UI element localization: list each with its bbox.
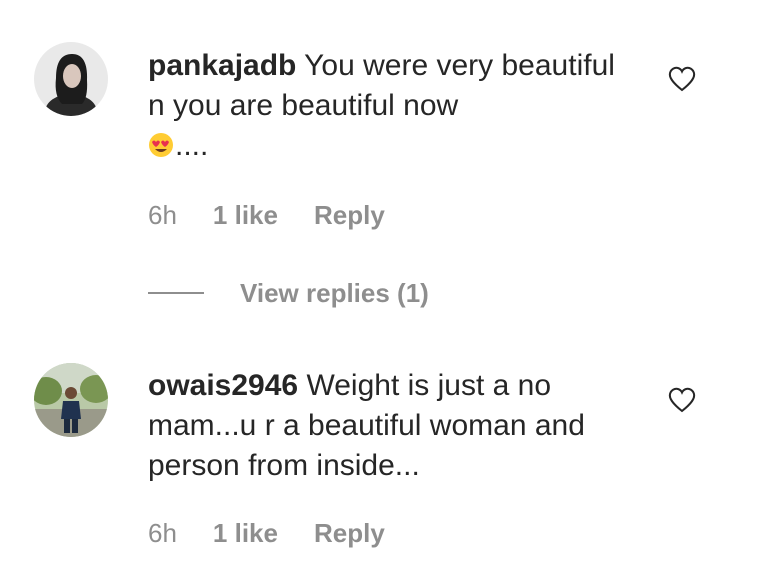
comment-text: owais2946 Weight is just a no mam...u r … xyxy=(148,366,638,486)
avatar[interactable] xyxy=(34,42,108,116)
view-replies-button[interactable]: View replies (1) xyxy=(148,278,429,308)
view-replies-label: View replies (1) xyxy=(240,278,429,308)
reply-button[interactable]: Reply xyxy=(314,200,385,230)
reply-button[interactable]: Reply xyxy=(314,518,385,548)
avatar[interactable] xyxy=(34,363,108,437)
comment-body-trailing: .... xyxy=(175,129,209,162)
comment-likes[interactable]: 1 like xyxy=(213,200,278,230)
heart-eyes-emoji-icon xyxy=(149,133,173,157)
user-avatar-icon xyxy=(34,42,108,116)
comment-time[interactable]: 6h xyxy=(148,200,177,230)
like-heart-icon[interactable] xyxy=(668,387,696,413)
comment-likes[interactable]: 1 like xyxy=(213,518,278,548)
comment-time[interactable]: 6h xyxy=(148,518,177,548)
user-avatar-icon xyxy=(34,363,108,437)
comment-username[interactable]: pankajadb xyxy=(148,49,296,82)
divider-line xyxy=(148,292,204,294)
comment-meta: 6h 1 like Reply xyxy=(148,518,385,548)
comment-text: pankajadb You were very beautiful n you … xyxy=(148,46,638,166)
comment-meta: 6h 1 like Reply xyxy=(148,200,385,230)
like-heart-icon[interactable] xyxy=(668,66,696,92)
comment-username[interactable]: owais2946 xyxy=(148,369,298,402)
